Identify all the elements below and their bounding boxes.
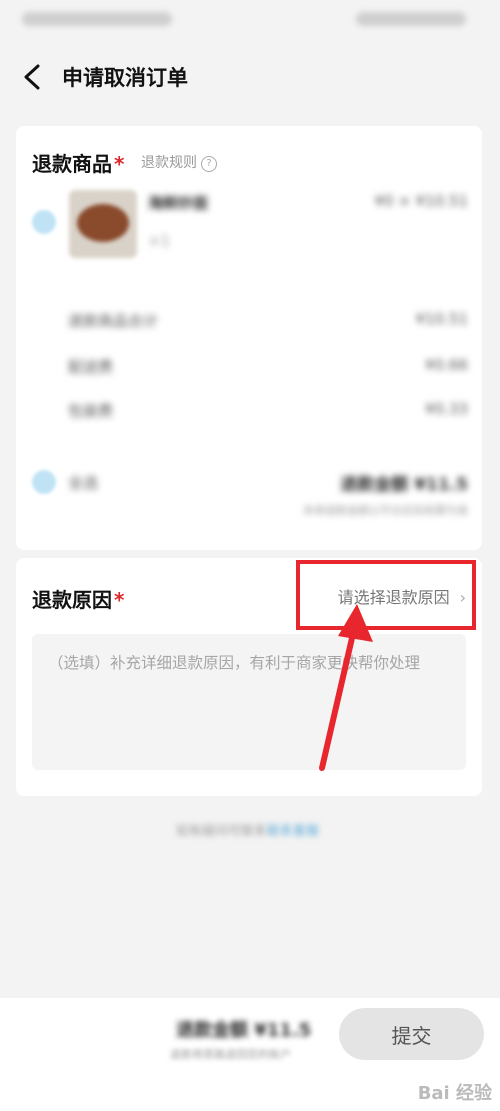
textarea-placeholder: （选填）补充详细退款原因，有利于商家更快帮你处理: [48, 654, 421, 672]
row-value: ¥0.66: [425, 356, 468, 374]
row-label: 包装费: [68, 402, 114, 420]
status-left-info: [22, 12, 172, 26]
product-name: 海鲜炒面: [148, 194, 209, 212]
bottom-refund-note: 退款将原路退回您的账户: [170, 1048, 291, 1061]
product-qty: ×1: [148, 232, 171, 250]
refund-items-title: 退款商品 *: [32, 152, 125, 176]
refund-rules-link[interactable]: 退款规则?: [141, 152, 217, 172]
product-checkbox[interactable]: [32, 210, 56, 234]
page-title: 申请取消订单: [62, 66, 188, 90]
bottom-bar: 退款金额 ¥11.5 退款将原路退回您的账户 提交 Bai 经验: [0, 998, 500, 1111]
row-value: ¥10.51: [415, 310, 469, 328]
refund-total: 退款金额 ¥11.5: [340, 475, 468, 495]
page-header: 申请取消订单: [0, 42, 500, 112]
refund-reason-title: 退款原因 *: [32, 588, 125, 612]
row-label: 配送费: [68, 358, 114, 376]
refund-total-note: 本单退款金额以平台实际核算为准: [303, 504, 468, 517]
select-all-checkbox[interactable]: [32, 470, 56, 494]
contact-service-text: 如有疑问可联系联系客服: [176, 824, 320, 839]
contact-service-link[interactable]: 联系客服: [267, 824, 319, 839]
status-bar: [0, 0, 500, 42]
product-thumbnail: [69, 190, 137, 258]
help-icon: ?: [201, 156, 217, 172]
annotation-highlight-box: [296, 560, 476, 630]
submit-button[interactable]: 提交: [339, 1008, 484, 1060]
refund-reason-textarea[interactable]: （选填）补充详细退款原因，有利于商家更快帮你处理: [32, 634, 466, 770]
back-arrow-icon[interactable]: [18, 60, 46, 94]
bottom-refund-amount: 退款金额 ¥11.5: [176, 1020, 312, 1041]
refund-items-card: 退款商品 * 退款规则? 海鲜炒面 ¥0 × ¥10.51 ×1 退款商品合计 ¥…: [16, 126, 482, 550]
row-label: 退款商品合计: [68, 312, 159, 330]
select-all-label: 全选: [68, 474, 99, 492]
product-price: ¥0 × ¥10.51: [374, 192, 468, 210]
row-value: ¥0.33: [425, 400, 468, 418]
status-right-info: [356, 12, 466, 26]
baidu-watermark-logo: Bai 经验: [417, 1083, 492, 1104]
